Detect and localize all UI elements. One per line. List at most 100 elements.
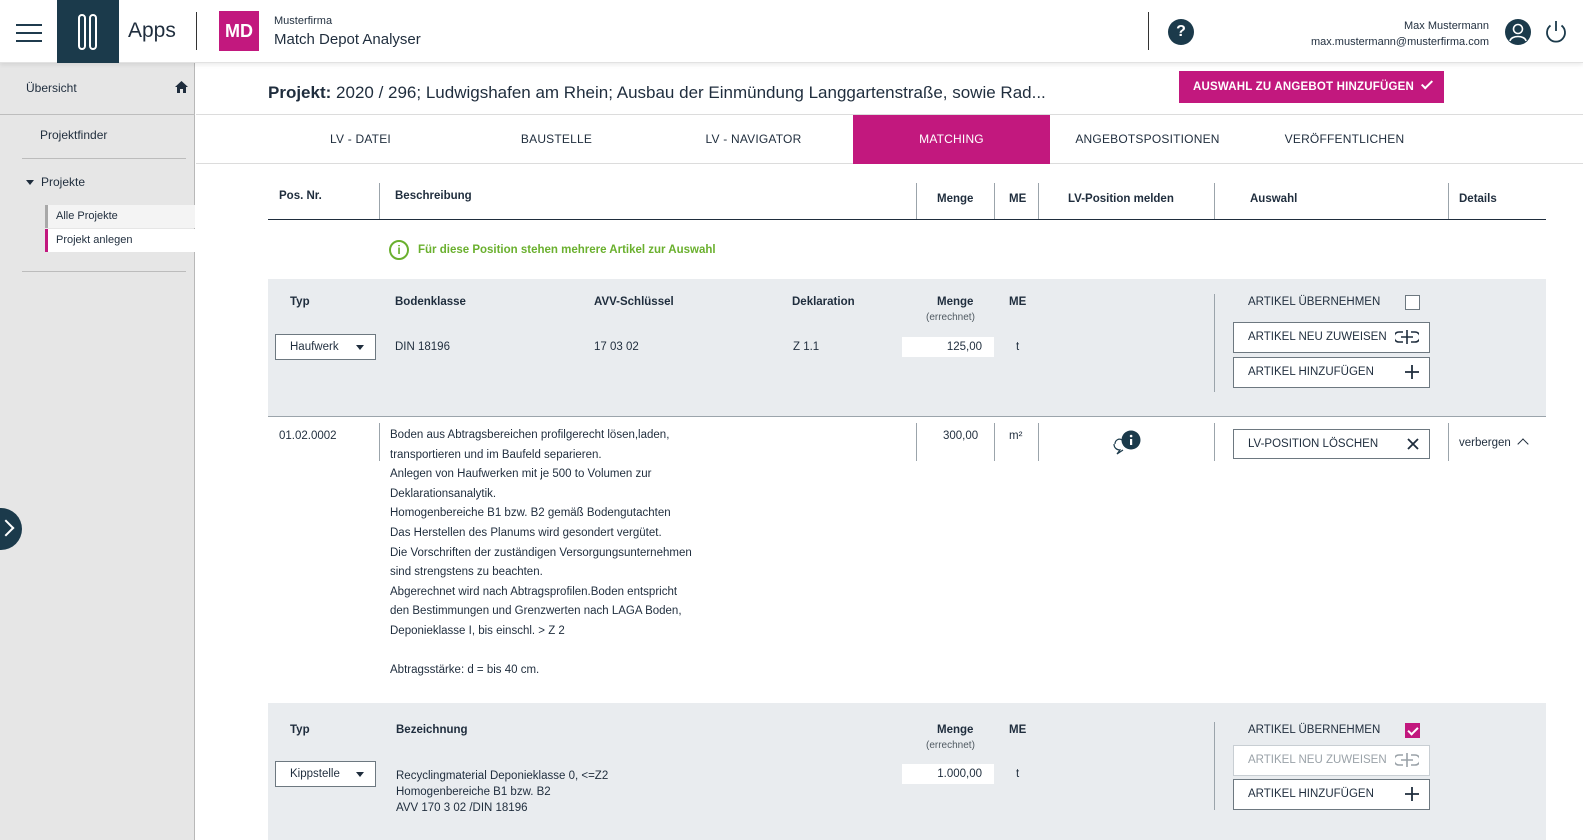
panel1-header-typ: Typ: [290, 296, 310, 308]
caret-down-icon: [26, 180, 34, 186]
menge-input[interactable]: 125,00: [902, 337, 994, 357]
panel1-header-bodenklasse: Bodenklasse: [395, 296, 466, 308]
tab-angebotspositionen[interactable]: ANGEBOTSPOSITIONEN: [1049, 115, 1246, 164]
column-divider: [1214, 423, 1215, 461]
button-label: ARTIKEL NEU ZUWEISEN: [1248, 331, 1387, 343]
column-header-me: ME: [1009, 193, 1027, 205]
link-split-icon: [1395, 330, 1419, 344]
position-menge: 300,00: [943, 430, 979, 442]
sidebar-subitem-projekt-anlegen[interactable]: Projekt anlegen: [45, 229, 195, 252]
report-message-icon[interactable]: [1112, 430, 1142, 456]
app-name: Match Depot Analyser: [274, 31, 421, 48]
bodenklasse-value: DIN 18196: [395, 341, 450, 353]
panel2-header-me: ME: [1009, 724, 1027, 736]
column-header-details: Details: [1459, 193, 1497, 205]
button-label: LV-POSITION LÖSCHEN: [1248, 438, 1379, 450]
me-value: t: [1016, 768, 1020, 780]
hide-label: verbergen: [1459, 437, 1511, 449]
description-line: Die Vorschriften der zuständigen Versorg…: [390, 546, 692, 559]
description-line: Deklarationsanalytik.: [390, 487, 497, 500]
link-split-icon: [1395, 753, 1419, 767]
me-value: t: [1016, 341, 1020, 353]
description-line: Abtragsstärke: d = bis 40 cm.: [390, 664, 540, 677]
column-divider: [994, 183, 995, 219]
button-label: ARTIKEL HINZUFÜGEN: [1248, 366, 1374, 378]
menge-input[interactable]: 1.000,00: [902, 764, 994, 784]
panel1-header-menge: Menge: [937, 296, 974, 308]
chevron-up-icon: [1517, 438, 1529, 450]
lv-position-loeschen-button[interactable]: LV-POSITION LÖSCHEN: [1233, 429, 1430, 459]
info-message: i Für diese Position stehen mehrere Artik…: [389, 240, 716, 260]
sidebar-item-overview[interactable]: Übersicht: [0, 63, 195, 115]
description-line: Abgerechnet wird nach Abtragsprofilen.Bo…: [390, 585, 678, 598]
power-icon[interactable]: [1542, 18, 1570, 46]
help-icon[interactable]: ?: [1168, 19, 1194, 45]
info-text: Für diese Position stehen mehrere Artike…: [418, 244, 716, 257]
column-divider: [1214, 722, 1215, 810]
apps-logo-icon[interactable]: [57, 0, 119, 63]
artikel-hinzufuegen-button[interactable]: ARTIKEL HINZUFÜGEN: [1233, 779, 1430, 810]
tab-veroeffentlichen[interactable]: VERÖFFENTLICHEN: [1246, 115, 1443, 164]
typ-select[interactable]: Kippstelle: [275, 761, 376, 787]
artikel-uebernehmen-checkbox[interactable]: [1405, 295, 1420, 310]
column-header-desc: Beschreibung: [395, 190, 472, 202]
column-divider: [379, 423, 380, 461]
sidebar-item-label: Projekte: [41, 175, 86, 189]
bezeichnung-line: Homogenbereiche B1 bzw. B2: [396, 786, 551, 798]
column-divider: [994, 423, 995, 461]
sidebar-divider: [22, 271, 186, 272]
sidebar-item-projekte[interactable]: Projekte: [26, 175, 85, 189]
column-header-auswahl: Auswahl: [1250, 193, 1298, 205]
position-number: 01.02.0002: [279, 430, 337, 442]
tab-lv-datei[interactable]: LV - DATEI: [262, 115, 459, 164]
artikel-neu-zuweisen-button[interactable]: ARTIKEL NEU ZUWEISEN: [1233, 745, 1430, 776]
description-line: Boden aus Abtragsbereichen profilgerecht…: [390, 429, 670, 441]
panel2-header-menge-sub: (errechnet): [926, 740, 975, 751]
app-badge: MD: [219, 11, 259, 51]
column-divider: [916, 183, 917, 219]
add-to-offer-button[interactable]: AUSWAHL ZU ANGEBOT HINZUFÜGEN: [1179, 71, 1444, 103]
panel1-header-deklaration: Deklaration: [792, 296, 855, 308]
header-divider: [1148, 12, 1149, 50]
artikel-uebernehmen-label: ARTIKEL ÜBERNEHMEN: [1248, 724, 1381, 736]
typ-select[interactable]: Haufwerk: [275, 334, 376, 360]
check-icon: [1421, 77, 1434, 90]
column-divider: [916, 423, 917, 461]
description-line: Deponieklasse I, bis einschl. > Z 2: [390, 624, 565, 637]
tab-lv-navigator[interactable]: LV - NAVIGATOR: [655, 115, 852, 164]
artikel-neu-zuweisen-button[interactable]: ARTIKEL NEU ZUWEISEN: [1233, 322, 1430, 353]
app-header: Apps MD Musterfirma Match Depot Analyser…: [0, 0, 1583, 63]
button-label: ARTIKEL HINZUFÜGEN: [1248, 788, 1374, 800]
artikel-uebernehmen-label: ARTIKEL ÜBERNEHMEN: [1248, 296, 1381, 308]
button-label: ARTIKEL NEU ZUWEISEN: [1248, 754, 1387, 766]
user-email: max.mustermann@musterfirma.com: [1310, 36, 1489, 48]
close-icon: [1407, 438, 1419, 450]
sidebar: Übersicht Projektfinder Projekte Alle Pr…: [0, 63, 195, 840]
artikel-uebernehmen-checkbox[interactable]: [1405, 723, 1420, 738]
user-name: Max Mustermann: [1404, 20, 1489, 32]
column-divider: [1214, 294, 1215, 392]
column-divider: [1038, 423, 1039, 461]
sidebar-subitem-alle-projekte[interactable]: Alle Projekte: [45, 205, 195, 228]
tab-bar: LV - DATEI BAUSTELLE LV - NAVIGATOR MATC…: [196, 114, 1583, 164]
project-title: 2020 / 296; Ludwigshafen am Rhein; Ausba…: [336, 83, 1046, 102]
bezeichnung-line: AVV 170 3 02 /DIN 18196: [396, 802, 528, 814]
hide-details-link[interactable]: verbergen: [1459, 437, 1529, 450]
artikel-hinzufuegen-button[interactable]: ARTIKEL HINZUFÜGEN: [1233, 357, 1430, 388]
menu-icon[interactable]: [16, 24, 42, 42]
column-divider: [1214, 183, 1215, 219]
table-header-underline: [268, 219, 1546, 220]
description-line: sind strengstens zu beachten.: [390, 566, 543, 579]
column-divider: [379, 183, 380, 219]
sidebar-item-label: Übersicht: [26, 81, 77, 95]
column-header-melden: LV-Position melden: [1068, 193, 1174, 205]
apps-label[interactable]: Apps: [128, 19, 176, 43]
tab-baustelle[interactable]: BAUSTELLE: [458, 115, 655, 164]
user-avatar-icon[interactable]: [1505, 19, 1531, 45]
sidebar-item-projektfinder[interactable]: Projektfinder: [40, 128, 107, 142]
row-divider: [268, 416, 1546, 417]
tab-matching[interactable]: MATCHING: [853, 115, 1050, 164]
avv-value: 17 03 02: [594, 341, 639, 353]
panel2-header-bezeichnung: Bezeichnung: [396, 724, 468, 736]
